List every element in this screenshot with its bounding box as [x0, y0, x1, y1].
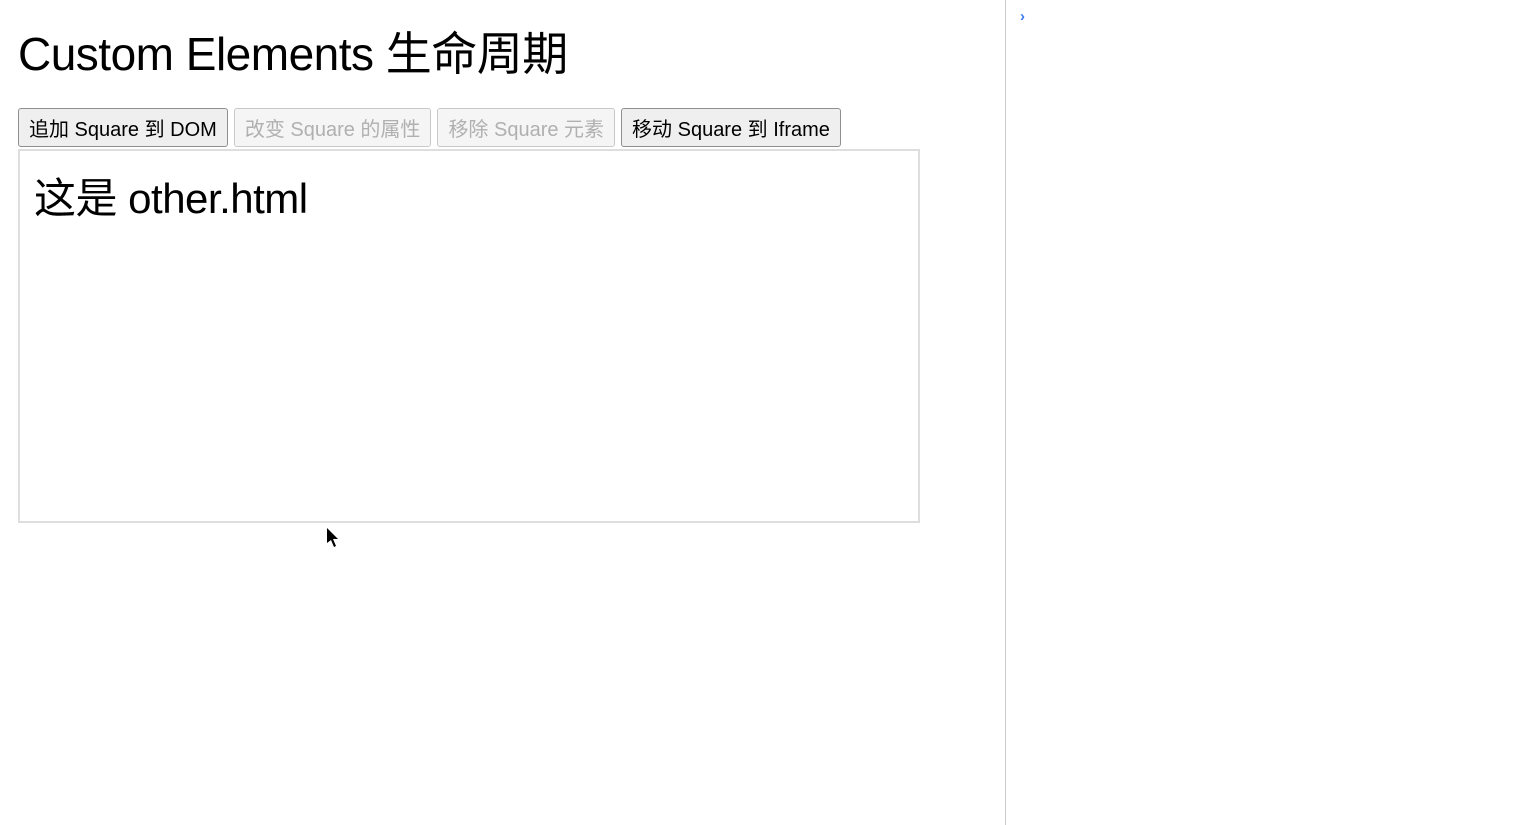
- move-square-button[interactable]: 移动 Square 到 Iframe: [621, 108, 841, 147]
- change-square-button[interactable]: 改变 Square 的属性: [234, 108, 432, 147]
- button-row: 追加 Square 到 DOM 改变 Square 的属性 移除 Square …: [18, 108, 987, 147]
- console-prompt-icon: ›: [1020, 8, 1025, 25]
- main-content-area: Custom Elements 生命周期 追加 Square 到 DOM 改变 …: [0, 0, 1005, 825]
- remove-square-button[interactable]: 移除 Square 元素: [437, 108, 615, 147]
- iframe-container: 这是 other.html: [18, 149, 920, 523]
- page-title: Custom Elements 生命周期: [18, 18, 987, 84]
- add-square-button[interactable]: 追加 Square 到 DOM: [18, 108, 228, 147]
- devtools-console-panel[interactable]: ›: [1005, 0, 1522, 825]
- iframe-heading: 这是 other.html: [34, 165, 904, 226]
